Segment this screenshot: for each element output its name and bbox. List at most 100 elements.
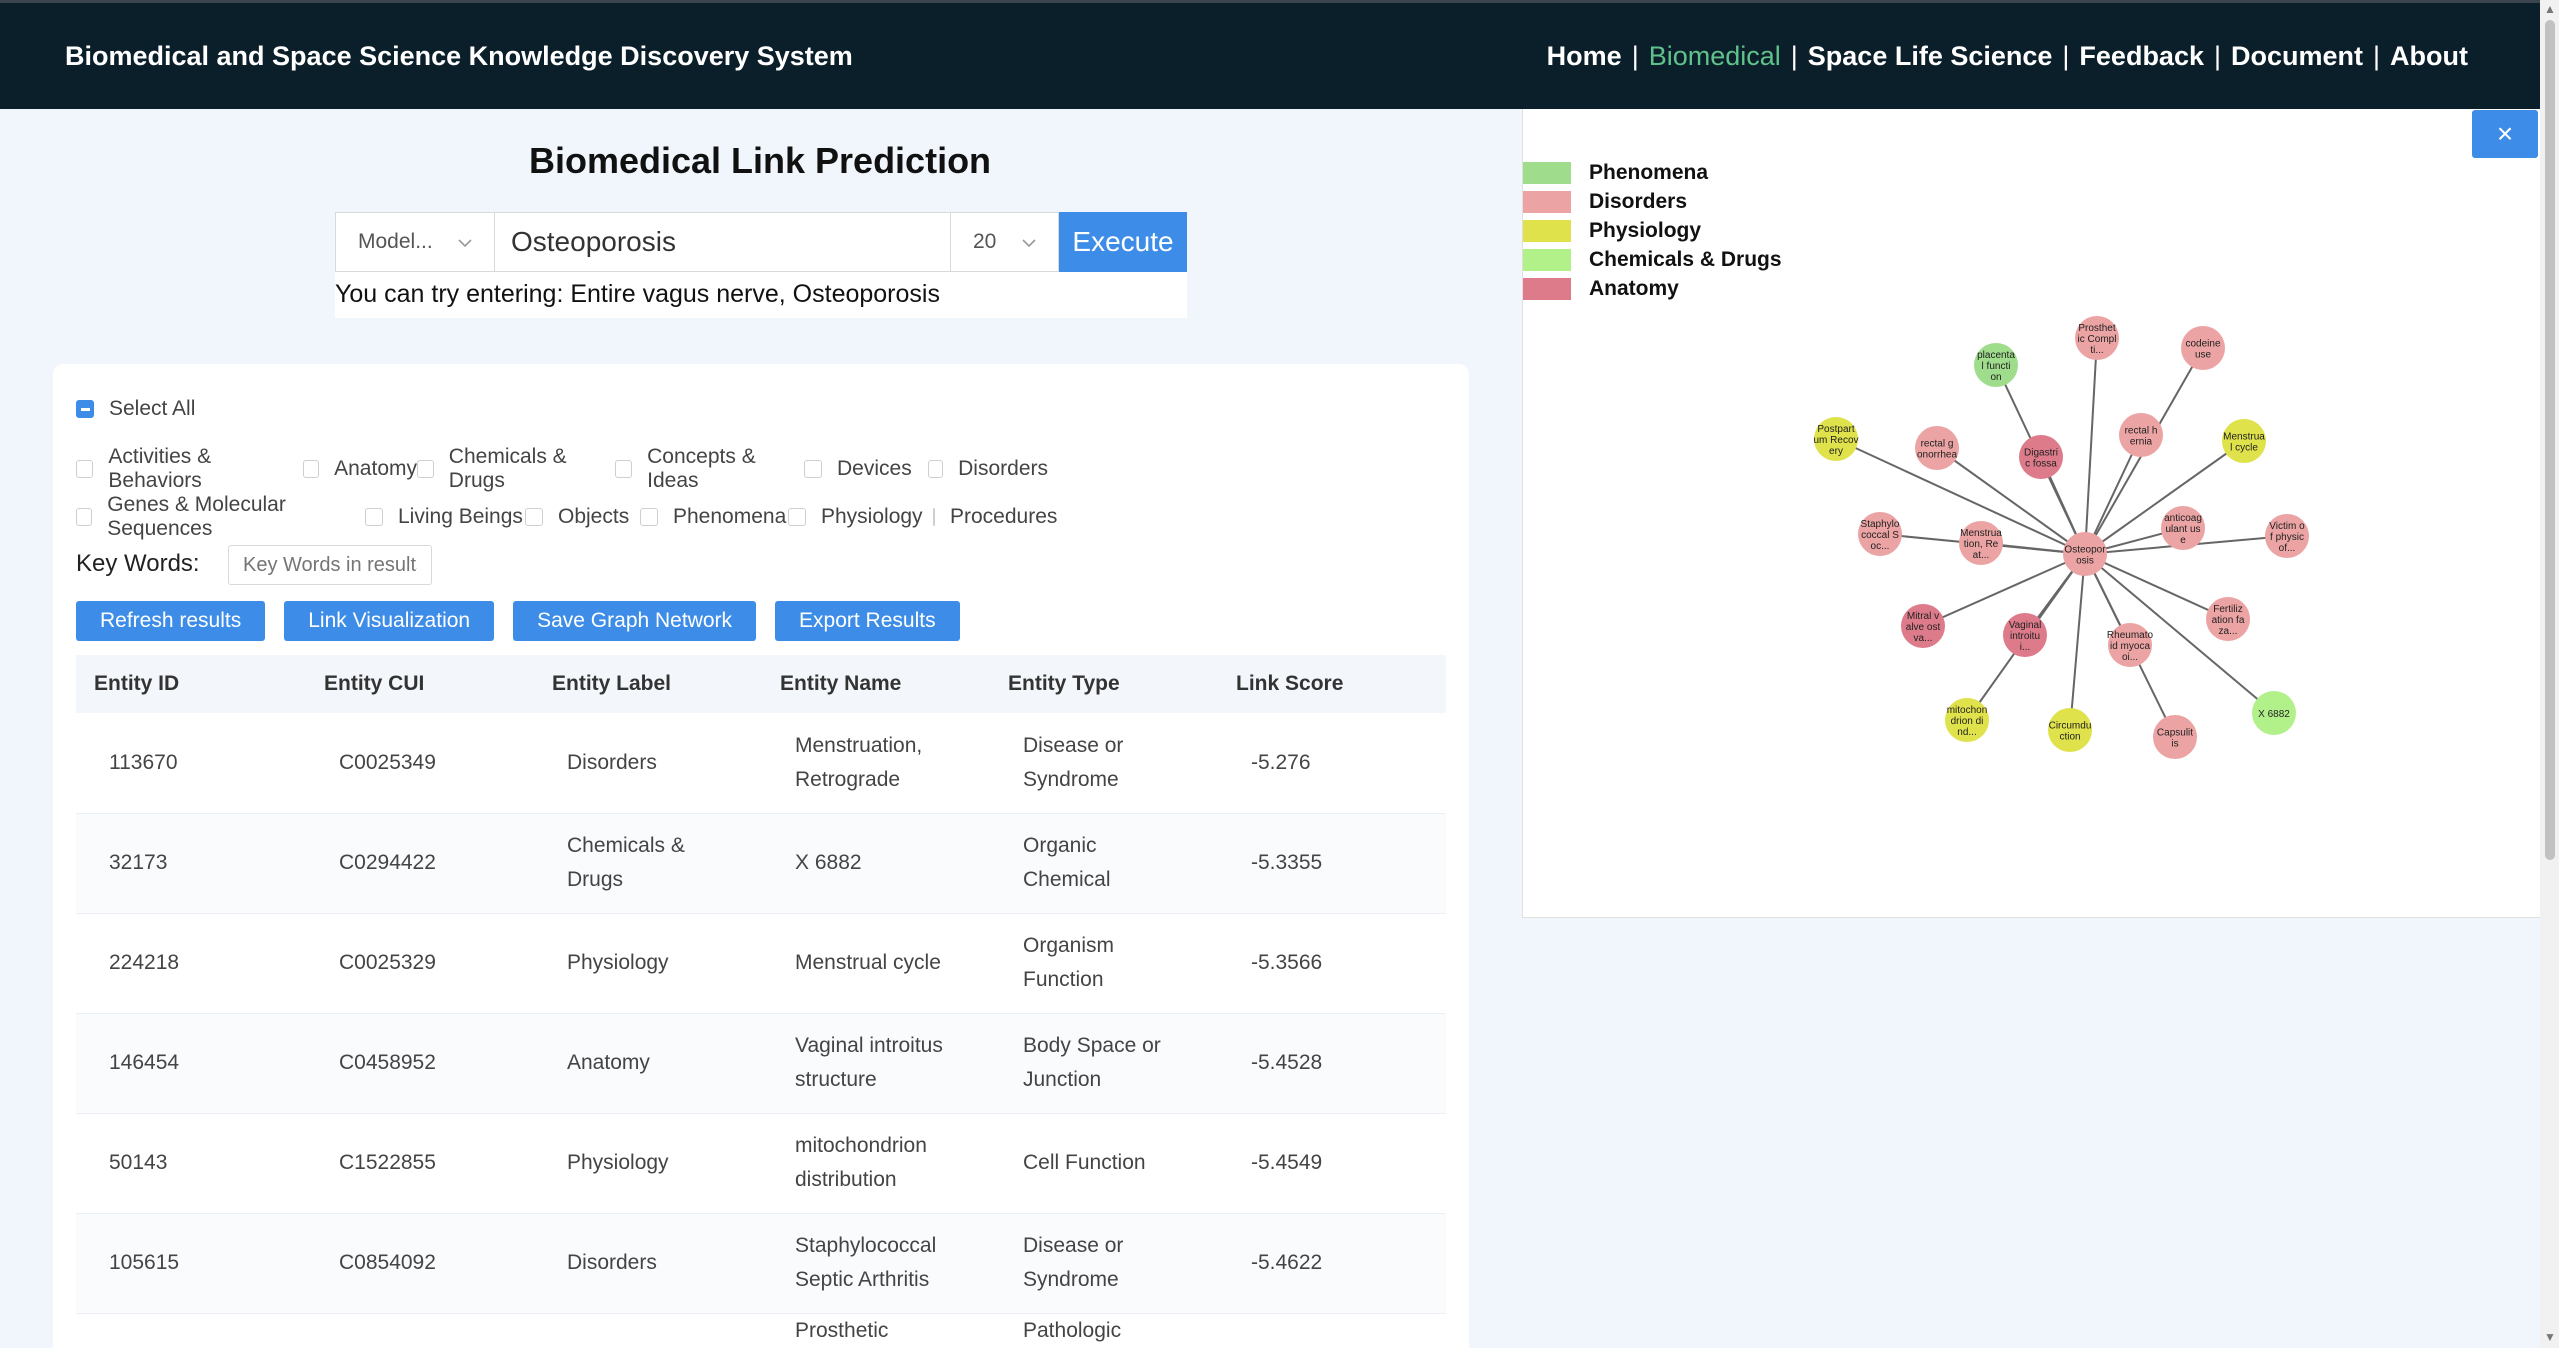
result-count-select[interactable]: 20 [951, 212, 1059, 272]
save-graph-network-button[interactable]: Save Graph Network [513, 601, 757, 641]
filter-checkbox-label: Phenomena [673, 505, 787, 528]
table-cell: Physiology [534, 1113, 762, 1214]
table-cell: 113670 [76, 713, 306, 814]
graph-node[interactable]: mitochondrion dind... [1945, 698, 1989, 742]
graph-node[interactable]: Postpartum Recovery [1813, 417, 1859, 461]
query-input[interactable] [495, 212, 951, 272]
filter-checkbox-disorders[interactable]: Disorders [928, 445, 1048, 493]
main-nav: Home | Biomedical | Space Life Science | Feedb… [1547, 41, 2468, 72]
graph-node[interactable]: Staphylococcal Soc... [1858, 512, 1902, 556]
column-header[interactable]: Entity Name [762, 655, 990, 713]
table-cell: Cell Function [990, 1113, 1218, 1214]
graph-node[interactable]: Prosthetic Complti... [2075, 316, 2119, 360]
link-visualization-button[interactable]: Link Visualization [284, 601, 495, 641]
graph-node[interactable]: Victim of physicof... [2265, 514, 2309, 558]
graph-node-label: Osteopor [2064, 545, 2106, 556]
cell-text: Disease or Syndrome [1023, 1234, 1124, 1291]
graph-node[interactable]: Menstruation, Reat... [1959, 521, 2003, 565]
graph-node[interactable]: Rheumatoid myocaoi... [2107, 623, 2154, 667]
graph-node[interactable]: placental function [1974, 343, 2018, 387]
nav-link-space-life-science[interactable]: Space Life Science [1808, 41, 2053, 72]
table-row[interactable]: 113670 C0025349 Disorders Menstruation, Ret… [76, 713, 1446, 814]
filter-checkbox-devices[interactable]: Devices [804, 445, 928, 493]
graph-node-label: Menstrua [2223, 432, 2265, 443]
graph-node[interactable]: Circumduction [2048, 708, 2092, 752]
filter-checkbox-label: Genes & Molecular Sequences [107, 493, 286, 540]
legend-item: Disorders [1523, 187, 1782, 216]
filter-checkbox-label: Devices [837, 457, 912, 480]
cell-text: mitochondrion distribution [795, 1134, 927, 1191]
filter-checkbox-living-beings[interactable]: Living Beings [365, 493, 525, 541]
cell-text: C0458952 [339, 1051, 436, 1074]
table-row[interactable]: 32173 C0294422 Chemicals & Drugs X 6882 Orga… [76, 813, 1446, 914]
legend-swatch [1523, 248, 1571, 271]
cell-text: Physiology [567, 951, 669, 974]
table-row[interactable]: 146454 C0458952 Anatomy Vaginal introitus s… [76, 1013, 1446, 1114]
nav-link-document[interactable]: Document [2231, 41, 2363, 72]
filter-checkbox-activities-behaviors[interactable]: Activities & Behaviors [76, 445, 303, 493]
nav-link-biomedical[interactable]: Biomedical [1649, 41, 1781, 72]
table-row[interactable]: Prosthetic Pathologic [76, 1313, 1446, 1348]
table-cell: 50143 [76, 1113, 306, 1214]
graph-node[interactable]: Digastric fossa [2019, 435, 2063, 479]
query-hint: You can try entering: Entire vagus nerve… [335, 272, 1187, 318]
nav-link-about[interactable]: About [2390, 41, 2468, 72]
graph-node[interactable]: rectal hernia [2119, 413, 2163, 457]
scrollbar-thumb[interactable] [2545, 20, 2555, 860]
execute-button[interactable]: Execute [1059, 212, 1187, 272]
graph-node[interactable]: Fertilization faza... [2206, 597, 2250, 641]
filter-checkbox-genes-molecular-sequences[interactable]: Genes & Molecular Sequences [76, 493, 365, 541]
graph-node[interactable]: Menstrual cycle [2222, 419, 2266, 463]
graph-node[interactable]: rectal gonorrhea [1915, 426, 1959, 470]
column-header[interactable]: Link Score [1218, 655, 1446, 713]
cell-text: C0294422 [339, 851, 436, 874]
table-cell: 146454 [76, 1013, 306, 1114]
scroll-up-icon[interactable]: ▲ [2543, 2, 2557, 16]
column-header[interactable]: Entity Type [990, 655, 1218, 713]
cell-text: 224218 [109, 951, 180, 974]
nav-link-home[interactable]: Home [1547, 41, 1622, 72]
column-header[interactable]: Entity Label [534, 655, 762, 713]
filter-checkbox-anatomy[interactable]: Anatomy [303, 445, 417, 493]
column-header[interactable]: Entity ID [76, 655, 306, 713]
graph-node-label: at... [1973, 550, 1990, 561]
close-graph-button[interactable]: × [2472, 110, 2538, 158]
graph-node-label: X 6882 [2258, 709, 2290, 720]
filter-checkbox-concepts-ideas[interactable]: Concepts & Ideas [615, 445, 804, 493]
nav-separator: | [2213, 41, 2221, 71]
filter-checkbox-procedures[interactable]: Procedures [933, 493, 1057, 541]
table-row[interactable]: 105615 C0854092 Disorders Staphylococcal Se… [76, 1213, 1446, 1314]
legend-item: Physiology [1523, 216, 1782, 245]
cell-text: 105615 [109, 1251, 180, 1274]
table-row[interactable]: 50143 C1522855 Physiology mitochondrion dis… [76, 1113, 1446, 1214]
filter-checkbox-objects[interactable]: Objects [525, 493, 640, 541]
graph-node-label: onorrhea [1917, 450, 1957, 461]
graph-node[interactable]: X 6882 [2252, 691, 2296, 735]
filter-checkbox-label: Activities & Behaviors [108, 445, 212, 492]
column-header[interactable]: Entity CUI [306, 655, 534, 713]
filter-checkbox-physiology[interactable]: Physiology [788, 493, 933, 541]
model-select[interactable]: Model... [335, 212, 495, 272]
table-cell: C0854092 [306, 1213, 534, 1314]
graph-node-label: tion, Re [1964, 539, 1999, 550]
graph-edge [2069, 553, 2086, 731]
select-all-checkbox[interactable]: Select All [76, 397, 195, 421]
graph-node[interactable]: Vaginalintroitui... [2003, 613, 2047, 657]
checkbox-box [788, 508, 806, 526]
graph-node[interactable]: codeineuse [2181, 326, 2225, 370]
nav-link-feedback[interactable]: Feedback [2079, 41, 2204, 72]
cell-text: Disorders [567, 750, 657, 774]
table-cell: C0025349 [306, 713, 534, 814]
filter-checkbox-chemicals-drugs[interactable]: Chemicals & Drugs [417, 445, 615, 493]
export-results-button[interactable]: Export Results [775, 601, 960, 641]
graph-center-node[interactable]: Osteoporosis [2063, 532, 2107, 576]
graph-node[interactable]: anticoagulant use [2161, 506, 2205, 550]
refresh-results-button[interactable]: Refresh results [76, 601, 266, 641]
filter-checkbox-phenomena[interactable]: Phenomena [640, 493, 788, 541]
graph-node[interactable]: Capsulitis [2153, 715, 2197, 759]
scroll-down-icon[interactable]: ▼ [2543, 1330, 2557, 1344]
graph-node[interactable]: Mitral valve ostva... [1901, 604, 1945, 648]
table-row[interactable]: 224218 C0025329 Physiology Menstrual cycle O… [76, 913, 1446, 1014]
keywords-input[interactable] [228, 545, 432, 585]
graph-node-label: nd... [1957, 727, 1976, 738]
